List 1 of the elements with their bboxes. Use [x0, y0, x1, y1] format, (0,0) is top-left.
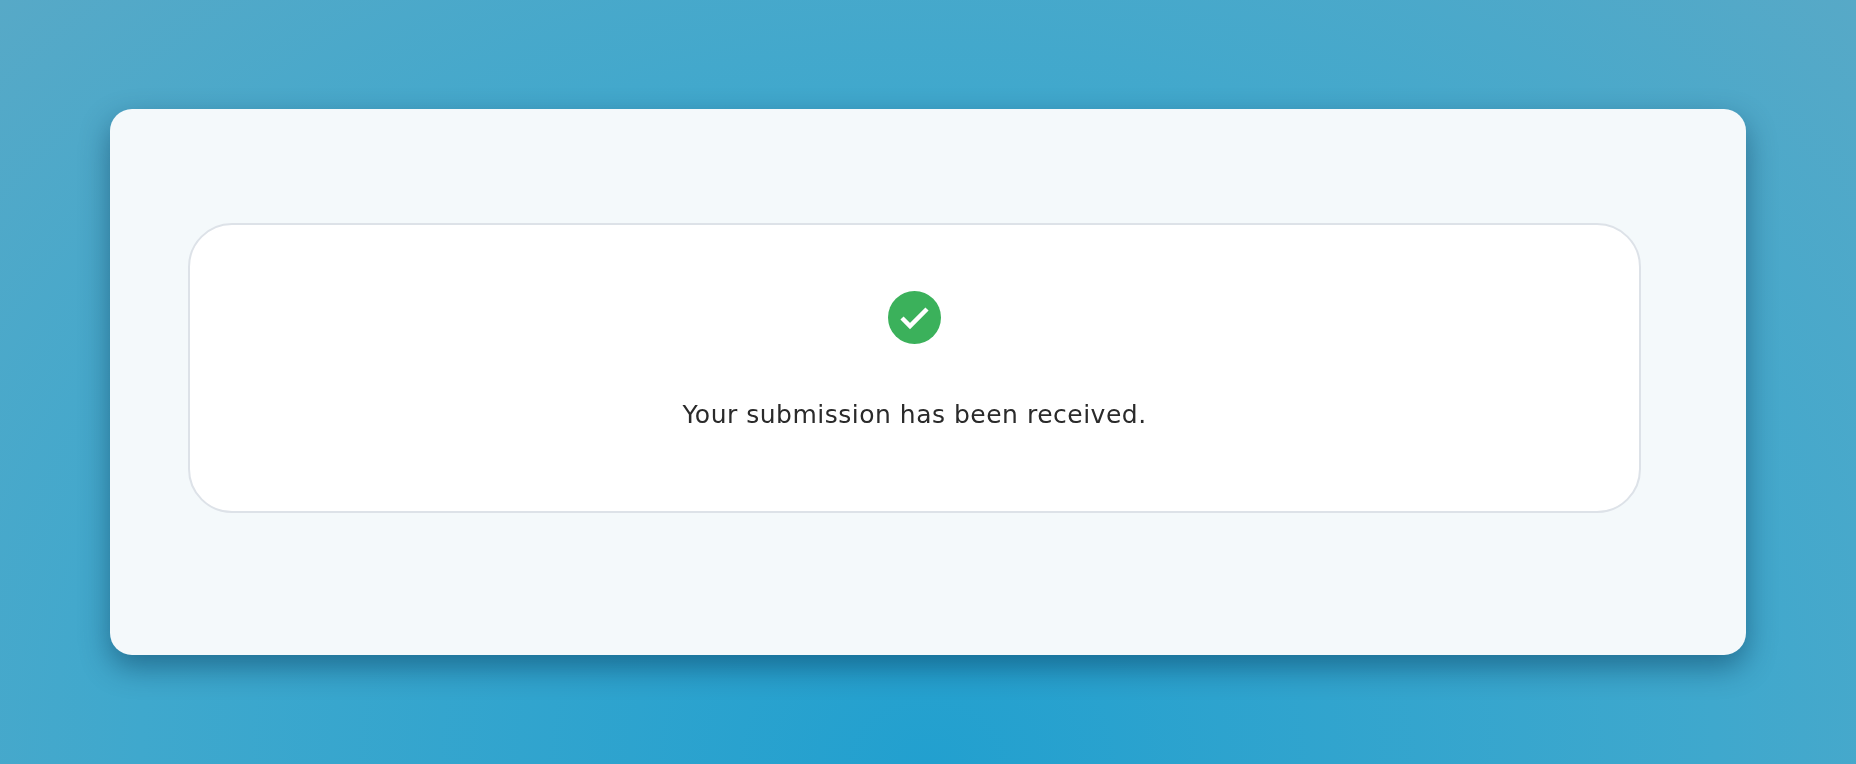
confirmation-message: Your submission has been received.: [682, 398, 1147, 431]
